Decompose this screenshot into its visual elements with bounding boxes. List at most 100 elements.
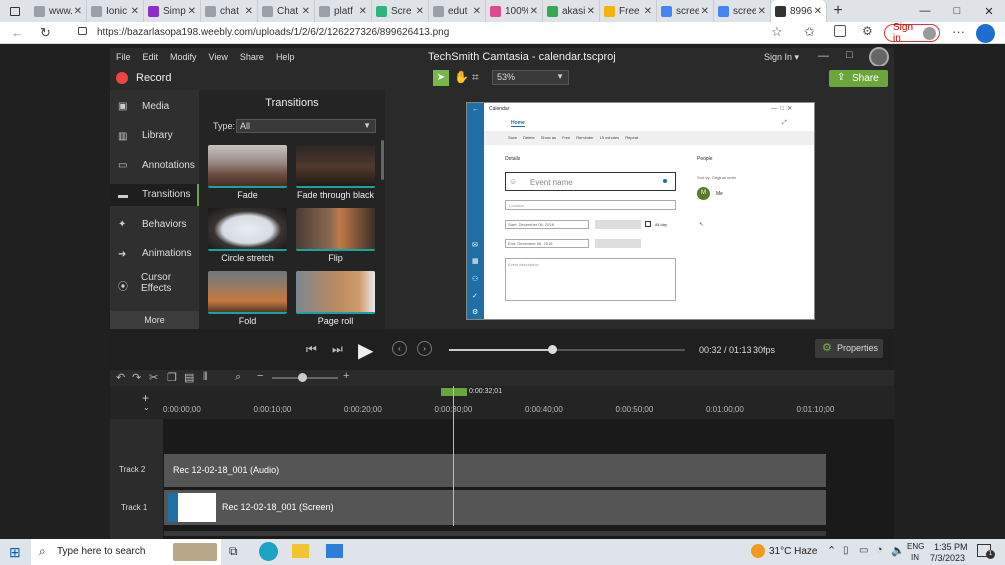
menu-item[interactable]: Modify bbox=[170, 52, 197, 62]
screen-clip[interactable]: Rec 12-02-18_001 (Screen) bbox=[164, 490, 826, 525]
browser-tab[interactable]: chat ✕ bbox=[201, 0, 258, 22]
collapse-icon[interactable]: ⌄ bbox=[143, 403, 150, 412]
browser-tab[interactable]: edut ✕ bbox=[429, 0, 486, 22]
file-explorer-icon[interactable] bbox=[292, 544, 309, 558]
weather-text[interactable]: 31°C Haze bbox=[769, 546, 817, 557]
transition-thumbnail[interactable] bbox=[296, 208, 375, 251]
frame-back-icon[interactable]: ⏭ bbox=[332, 342, 343, 357]
transition-thumbnail[interactable] bbox=[296, 271, 375, 314]
sidebar-item[interactable]: ▭ Annotations bbox=[118, 154, 195, 176]
maximize-icon[interactable]: □ bbox=[941, 5, 973, 17]
menu-item[interactable]: View bbox=[209, 52, 228, 62]
more-menu-icon[interactable]: ··· bbox=[952, 24, 965, 39]
menu-item[interactable]: File bbox=[116, 52, 131, 62]
edge-icon[interactable] bbox=[259, 542, 278, 561]
prev-icon[interactable]: ‹ bbox=[392, 341, 407, 356]
transition-thumbnail[interactable] bbox=[296, 145, 375, 188]
favorite-star-icon[interactable]: ☆ bbox=[771, 24, 783, 40]
tab-close-icon[interactable]: ✕ bbox=[701, 6, 709, 17]
track-1-header[interactable]: Track 1 bbox=[110, 489, 163, 525]
browser-tab[interactable]: Free ✕ bbox=[600, 0, 657, 22]
tab-close-icon[interactable]: ✕ bbox=[359, 6, 367, 17]
paste-icon[interactable]: ▤ bbox=[184, 371, 194, 384]
browser-tab[interactable]: Chat ✕ bbox=[258, 0, 315, 22]
play-icon[interactable]: ▶ bbox=[358, 338, 373, 363]
properties-button[interactable]: ⚙ Properties bbox=[815, 339, 883, 358]
browser-tab[interactable]: platf ✕ bbox=[315, 0, 372, 22]
browser-tab[interactable]: Simp ✕ bbox=[144, 0, 201, 22]
cut-icon[interactable]: ✂ bbox=[149, 371, 158, 384]
type-select[interactable]: All ▼ bbox=[236, 119, 376, 133]
split-icon[interactable]: ⫴ bbox=[203, 371, 208, 384]
browser-tab[interactable]: www. ✕ bbox=[30, 0, 87, 22]
zoom-knob[interactable] bbox=[298, 373, 307, 382]
tab-close-icon[interactable]: ✕ bbox=[530, 6, 538, 17]
transition-thumbnail[interactable] bbox=[208, 145, 287, 188]
track-2-header[interactable]: Track 2 bbox=[110, 453, 163, 487]
menu-item[interactable]: Share bbox=[240, 52, 264, 62]
extensions-icon[interactable]: ⚙ bbox=[862, 24, 873, 38]
tab-close-icon[interactable]: ✕ bbox=[245, 6, 253, 17]
show-hidden-icons-icon[interactable]: ⌃ bbox=[827, 544, 836, 557]
browser-tab[interactable]: Scre ✕ bbox=[372, 0, 429, 22]
camtasia-minimize-icon[interactable]: — bbox=[818, 50, 829, 62]
undo-icon[interactable]: ↶ bbox=[116, 371, 125, 384]
zoom-out-icon[interactable]: − bbox=[257, 370, 263, 382]
taskbar-search[interactable]: ⌕ Type here to search bbox=[31, 539, 221, 565]
step-back-icon[interactable]: ⏮ bbox=[306, 342, 317, 357]
playback-knob[interactable] bbox=[548, 345, 558, 354]
tab-close-icon[interactable]: ✕ bbox=[131, 6, 139, 17]
menu-item[interactable]: Help bbox=[276, 52, 295, 62]
wifi-icon[interactable]: ◔ bbox=[876, 544, 883, 556]
browser-tab[interactable]: akasi ✕ bbox=[543, 0, 600, 22]
collections-icon[interactable] bbox=[834, 25, 846, 37]
share-button[interactable]: ⇪ Share bbox=[829, 70, 888, 87]
sidebar-item[interactable]: ➜ Animations bbox=[118, 243, 191, 265]
battery-icon[interactable]: ▭ bbox=[859, 545, 868, 556]
audio-clip[interactable]: Rec 12-02-18_001 (Audio) bbox=[164, 454, 826, 487]
task-view-icon[interactable]: ⧉ bbox=[229, 544, 238, 559]
zoom-in-icon[interactable]: + bbox=[343, 370, 349, 382]
volume-icon[interactable]: 🔈 bbox=[891, 544, 905, 557]
clock-time[interactable]: 1:35 PM bbox=[934, 542, 968, 552]
next-icon[interactable]: › bbox=[417, 341, 432, 356]
minimize-icon[interactable]: — bbox=[909, 5, 941, 17]
browser-tab[interactable]: scree ✕ bbox=[657, 0, 714, 22]
back-icon[interactable]: ← bbox=[11, 25, 24, 40]
sidebar-item[interactable]: ▥ Library bbox=[118, 125, 173, 147]
camtasia-maximize-icon[interactable]: □ bbox=[846, 49, 853, 61]
crop-tool-icon[interactable]: ⌗ bbox=[472, 70, 479, 85]
tab-close-icon[interactable]: ✕ bbox=[416, 6, 424, 17]
pan-tool-icon[interactable]: ✋ bbox=[454, 70, 469, 84]
language-label[interactable]: ENG bbox=[907, 542, 924, 551]
new-tab-icon[interactable]: + bbox=[827, 2, 849, 20]
timeline-scrollbar[interactable] bbox=[164, 531, 826, 536]
browser-tab[interactable]: 8996 ✕ bbox=[771, 0, 827, 22]
zoom-search-icon[interactable]: ⌕ bbox=[235, 371, 241, 384]
mail-app-icon[interactable] bbox=[326, 544, 343, 558]
tab-close-icon[interactable]: ✕ bbox=[758, 6, 766, 17]
tab-close-icon[interactable]: ✕ bbox=[74, 6, 82, 17]
camtasia-help-icon[interactable] bbox=[869, 47, 889, 67]
transition-thumbnail[interactable] bbox=[208, 208, 287, 251]
browser-tab[interactable]: Ionic ✕ bbox=[87, 0, 144, 22]
refresh-icon[interactable]: ↻ bbox=[40, 25, 51, 41]
zoom-select[interactable]: 53% ▼ bbox=[492, 70, 569, 85]
redo-icon[interactable]: ↷ bbox=[132, 371, 141, 384]
playback-track[interactable] bbox=[449, 345, 685, 354]
more-button[interactable]: More bbox=[110, 311, 199, 329]
windows-start-icon[interactable]: ⊞ bbox=[9, 544, 21, 561]
sidebar-item[interactable]: ▣ Media bbox=[118, 95, 169, 117]
browser-tab[interactable]: 100%✕ bbox=[486, 0, 543, 22]
zoom-slider[interactable] bbox=[272, 373, 338, 382]
url-field[interactable]: https://bazarlasopa198.weebly.com/upload… bbox=[97, 27, 657, 38]
sidebar-item[interactable]: ✦ Behaviors bbox=[118, 213, 186, 235]
sign-in-button[interactable]: Sign in bbox=[884, 22, 940, 44]
camtasia-sign-in[interactable]: Sign In ▾ bbox=[764, 52, 799, 63]
meet-now-icon[interactable]: ▯ bbox=[843, 545, 849, 556]
tab-actions-icon[interactable] bbox=[0, 0, 30, 22]
menu-item[interactable]: Edit bbox=[143, 52, 159, 62]
tab-close-icon[interactable]: ✕ bbox=[302, 6, 310, 17]
select-tool-icon[interactable]: ➤ bbox=[433, 70, 449, 86]
bing-icon[interactable] bbox=[976, 24, 995, 43]
